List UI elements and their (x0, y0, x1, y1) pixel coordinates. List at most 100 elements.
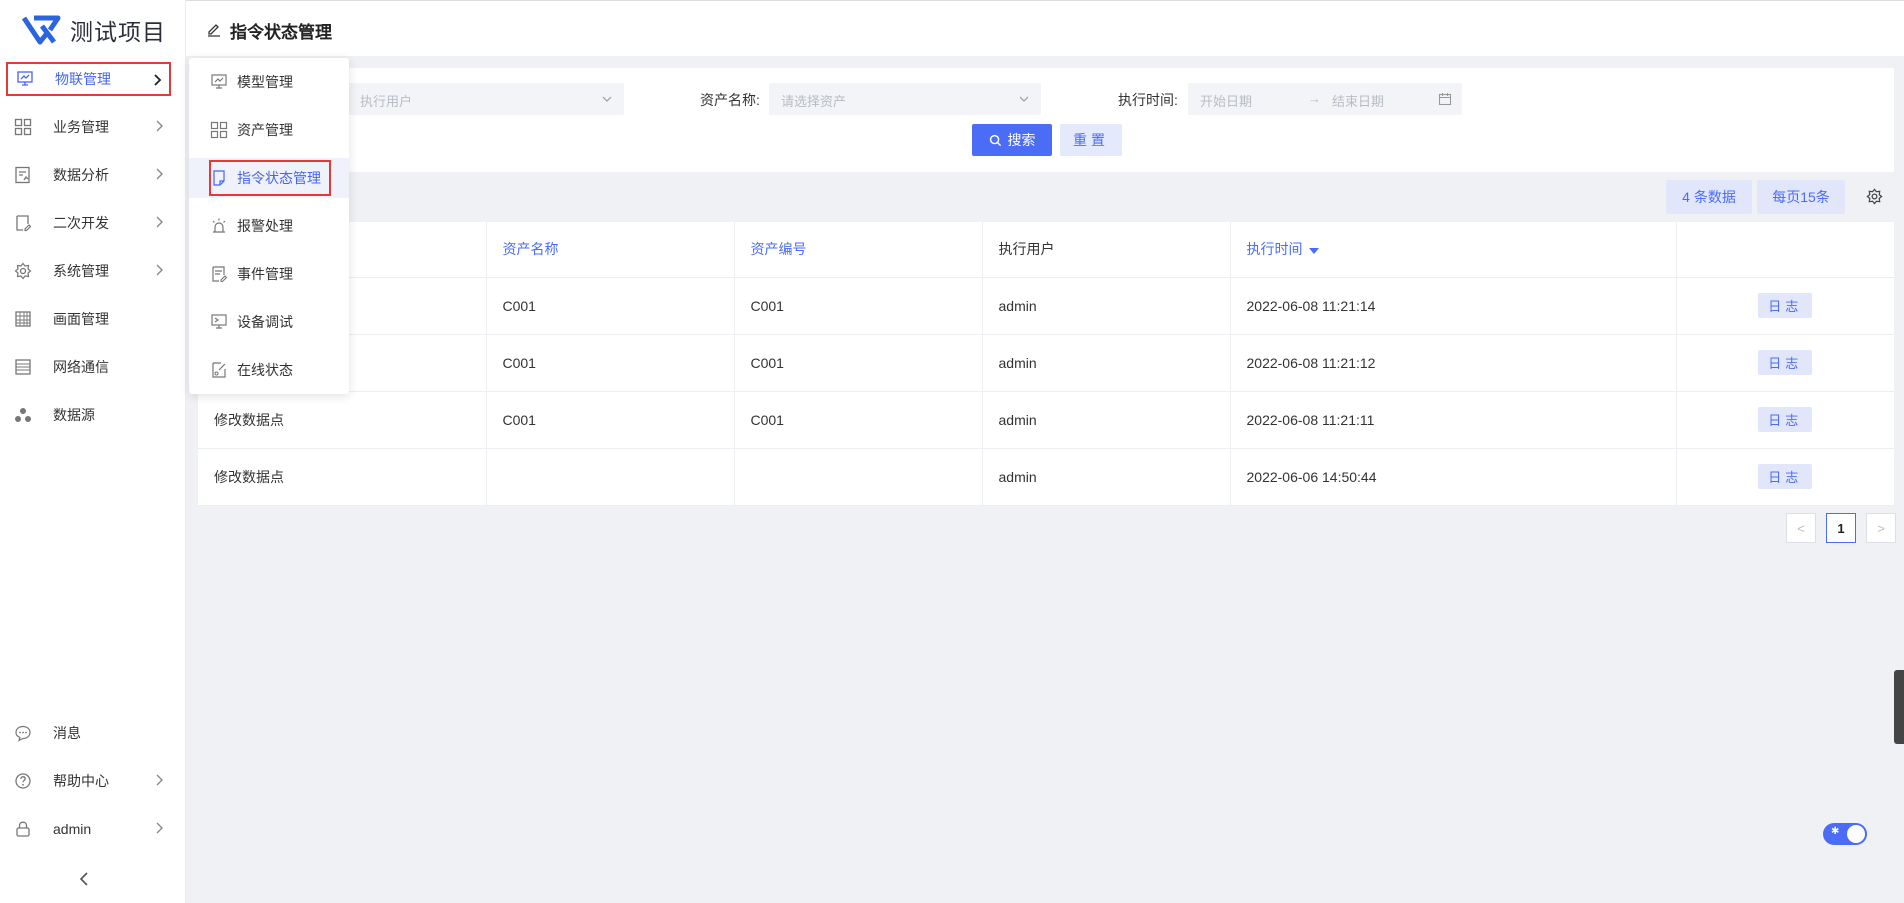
submenu-item-label: 报警处理 (237, 218, 293, 234)
submenu-item-label: 模型管理 (237, 74, 293, 90)
page-size-label: 每页15条 (1772, 189, 1830, 205)
sidebar-item-business[interactable]: 业务管理 (6, 110, 171, 144)
sidebar-item-label: 帮助中心 (53, 773, 109, 789)
cell-asset-name: C001 (486, 334, 735, 392)
column-settings-icon[interactable] (1866, 188, 1883, 205)
submenu-item-label: 在线状态 (237, 362, 293, 378)
table-row: 修改数据点 C001 C001 admin 2022-06-08 11:21:1… (198, 391, 1894, 449)
date-range-picker[interactable]: 开始日期 → 结束日期 (1188, 83, 1462, 115)
reset-button[interactable]: 重置 (1060, 124, 1122, 156)
gear-icon (13, 261, 33, 281)
cell-asset-code: C001 (734, 391, 983, 449)
submenu-item-online-status[interactable]: 在线状态 (189, 350, 349, 390)
logo-icon (21, 15, 61, 45)
table-row: 修改数据点 admin 2022-06-06 14:50:44 日志 (198, 448, 1894, 506)
column-header-time[interactable]: 执行时间 (1230, 222, 1677, 278)
edit-icon (208, 24, 220, 37)
chevron-down-icon (1019, 96, 1029, 102)
cell-time: 2022-06-08 11:21:12 (1230, 334, 1677, 392)
user-select[interactable]: 执行用户 (348, 83, 624, 115)
submenu-item-label: 设备调试 (237, 314, 293, 330)
chevron-right-icon (156, 264, 163, 276)
chevron-right-icon (156, 168, 163, 180)
theme-toggle[interactable]: ✱ (1823, 823, 1867, 845)
table-row: C001 C001 admin 2022-06-08 11:21:12 日志 (198, 334, 1894, 392)
cell-actions: 日志 (1676, 334, 1894, 392)
table-icon (13, 309, 33, 329)
chevron-right-icon (156, 216, 163, 228)
asset-label: 资产名称: (700, 92, 760, 108)
cluster-icon (13, 405, 33, 425)
sidebar-item-label: 数据分析 (53, 167, 109, 183)
chevron-right-icon (156, 774, 163, 786)
submenu-item-device-debug[interactable]: 设备调试 (189, 302, 349, 342)
calendar-icon (1438, 93, 1452, 106)
sidebar-item-user[interactable]: admin (6, 812, 171, 846)
cell-asset-code: C001 (734, 277, 983, 335)
cell-time: 2022-06-06 14:50:44 (1230, 448, 1677, 506)
submenu-item-alarm[interactable]: 报警处理 (189, 206, 349, 246)
grid-icon (210, 121, 228, 139)
sidebar-item-messages[interactable]: 消息 (6, 716, 171, 750)
time-label: 执行时间: (1118, 92, 1178, 108)
sidebar-item-network[interactable]: 网络通信 (6, 350, 171, 384)
submenu-item-events[interactable]: 事件管理 (189, 254, 349, 294)
sidebar-item-datasource[interactable]: 数据源 (6, 398, 171, 432)
page-number-button[interactable]: 1 (1826, 513, 1856, 543)
sidebar-item-secondary-dev[interactable]: 二次开发 (6, 206, 171, 240)
range-separator: → (1308, 91, 1321, 106)
iot-icon (15, 69, 35, 89)
iot-submenu: 模型管理 资产管理 指令状态管理 报警处理 事件管理 设备调试 在线状态 (189, 58, 349, 394)
list-icon (13, 357, 33, 377)
sidebar-item-label: 二次开发 (53, 215, 109, 231)
end-date-placeholder: 结束日期 (1332, 94, 1385, 109)
column-header-actions (1676, 222, 1894, 278)
log-button[interactable]: 日志 (1758, 293, 1813, 318)
sidebar-item-system[interactable]: 系统管理 (6, 254, 171, 288)
sidebar: 测试项目 物联管理 业务管理 数据分析 二次开发 系统管理 画面管理 网络通信 … (0, 0, 186, 903)
app-logo[interactable]: 测试项目 (20, 12, 166, 48)
chart-doc-icon (13, 165, 33, 185)
search-button-label: 搜索 (1007, 132, 1036, 148)
message-icon (13, 723, 33, 743)
page-size-select[interactable]: 每页15条 (1757, 180, 1845, 214)
sidebar-item-label: 消息 (53, 725, 81, 741)
app-name: 测试项目 (70, 19, 166, 45)
log-button[interactable]: 日志 (1758, 350, 1813, 375)
sidebar-item-label: 画面管理 (53, 311, 109, 327)
sidebar-item-iot[interactable]: 物联管理 (6, 62, 171, 96)
cell-asset-name: C001 (486, 391, 735, 449)
table-row: C001 C001 admin 2022-06-08 11:21:14 日志 (198, 277, 1894, 335)
column-header-asset-code: 资产编号 (734, 222, 983, 278)
submenu-item-label: 事件管理 (237, 266, 293, 282)
column-header-time-label: 执行时间 (1246, 241, 1303, 258)
cell-user: admin (982, 391, 1231, 449)
search-icon (989, 134, 1001, 146)
next-page-button[interactable]: > (1866, 513, 1896, 543)
table-header-row: 资产名称 资产编号 执行用户 执行时间 (198, 222, 1894, 278)
asset-select[interactable]: 请选择资产 (769, 83, 1041, 115)
log-button[interactable]: 日志 (1758, 407, 1813, 432)
submenu-item-command-status[interactable]: 指令状态管理 (189, 158, 349, 198)
cell-actions: 日志 (1676, 448, 1894, 506)
filter-panel: 执行用户 资产名称: 请选择资产 执行时间: 开始日期 → 结束日期 搜索 重置 (198, 68, 1894, 172)
sidebar-item-data-analysis[interactable]: 数据分析 (6, 158, 171, 192)
submenu-item-model[interactable]: 模型管理 (189, 62, 349, 102)
page-title: 指令状态管理 (230, 23, 332, 42)
sidebar-item-screen[interactable]: 画面管理 (6, 302, 171, 336)
record-count-label: 4 条数据 (1682, 189, 1736, 205)
chevron-right-icon: > (1877, 520, 1885, 536)
collapse-sidebar-icon[interactable] (76, 870, 94, 888)
user-select-placeholder: 执行用户 (360, 94, 413, 109)
chevron-left-icon: < (1797, 520, 1805, 536)
monitor-icon (210, 73, 228, 91)
submenu-item-assets[interactable]: 资产管理 (189, 110, 349, 150)
grid-icon (13, 117, 33, 137)
search-button[interactable]: 搜索 (972, 124, 1052, 156)
prev-page-button[interactable]: < (1786, 513, 1816, 543)
side-edge-tab[interactable] (1894, 670, 1904, 744)
sidebar-item-help[interactable]: 帮助中心 (6, 764, 171, 798)
log-button[interactable]: 日志 (1758, 464, 1813, 489)
cell-user: admin (982, 277, 1231, 335)
cell-asset-name (486, 448, 735, 506)
